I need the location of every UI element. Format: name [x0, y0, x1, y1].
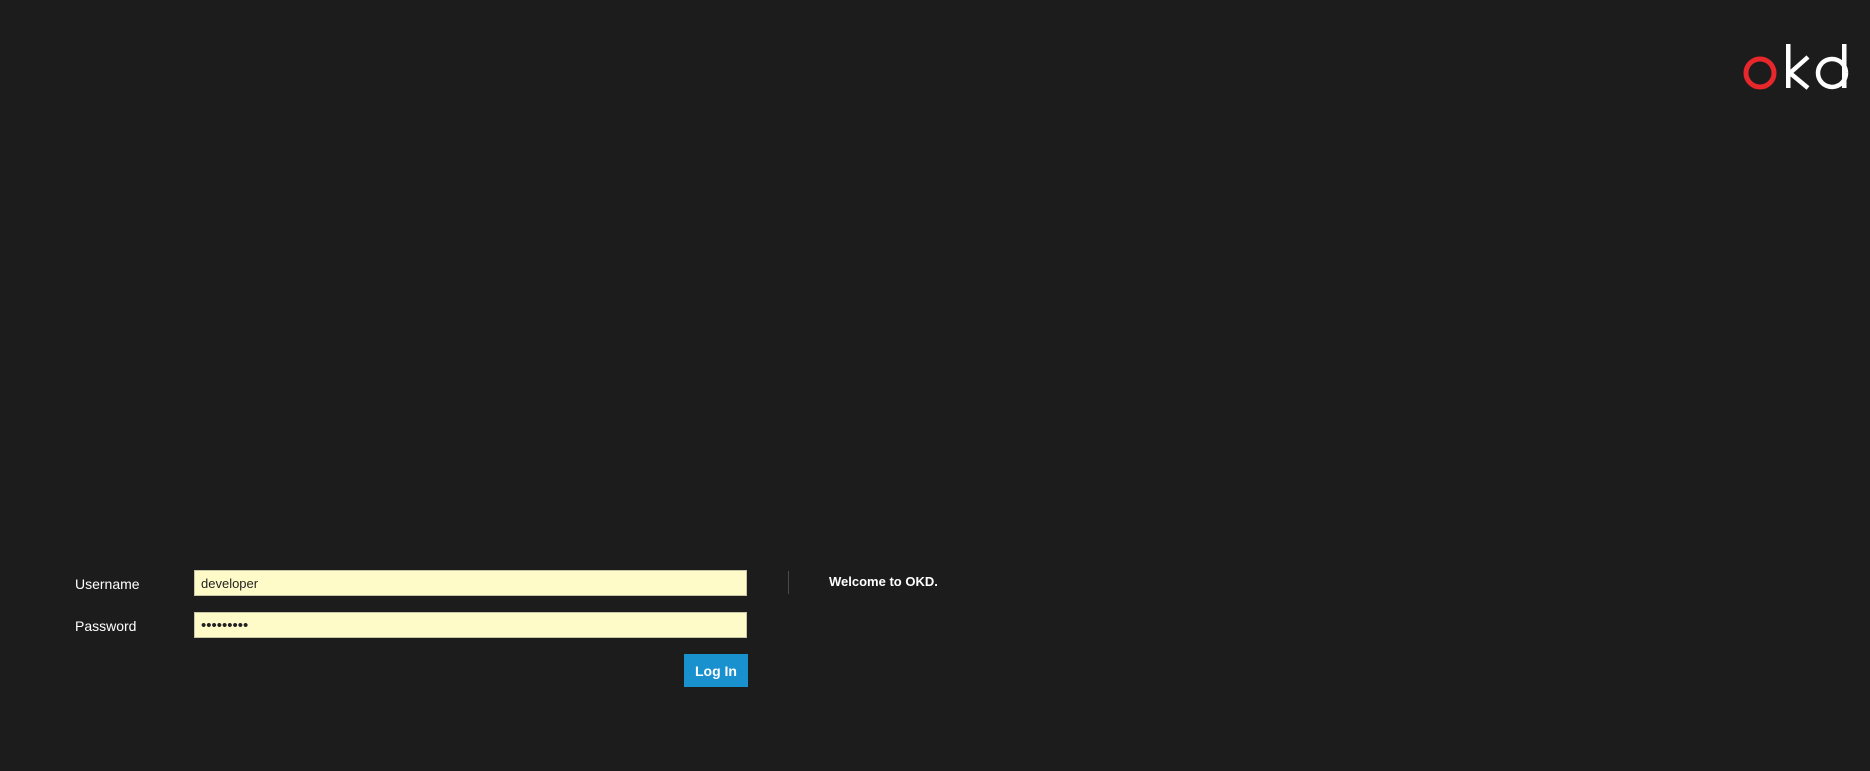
log-in-button[interactable]: Log In [684, 654, 748, 687]
password-input[interactable] [194, 612, 747, 638]
okd-logo-icon [1743, 44, 1849, 90]
password-row: Password [0, 612, 760, 640]
okd-logo [1742, 40, 1852, 96]
username-row: Username [0, 570, 760, 598]
username-label: Username [75, 576, 140, 592]
vertical-divider [788, 571, 789, 594]
password-label: Password [75, 618, 137, 634]
username-input[interactable] [194, 570, 747, 596]
welcome-message: Welcome to OKD. [829, 574, 938, 589]
